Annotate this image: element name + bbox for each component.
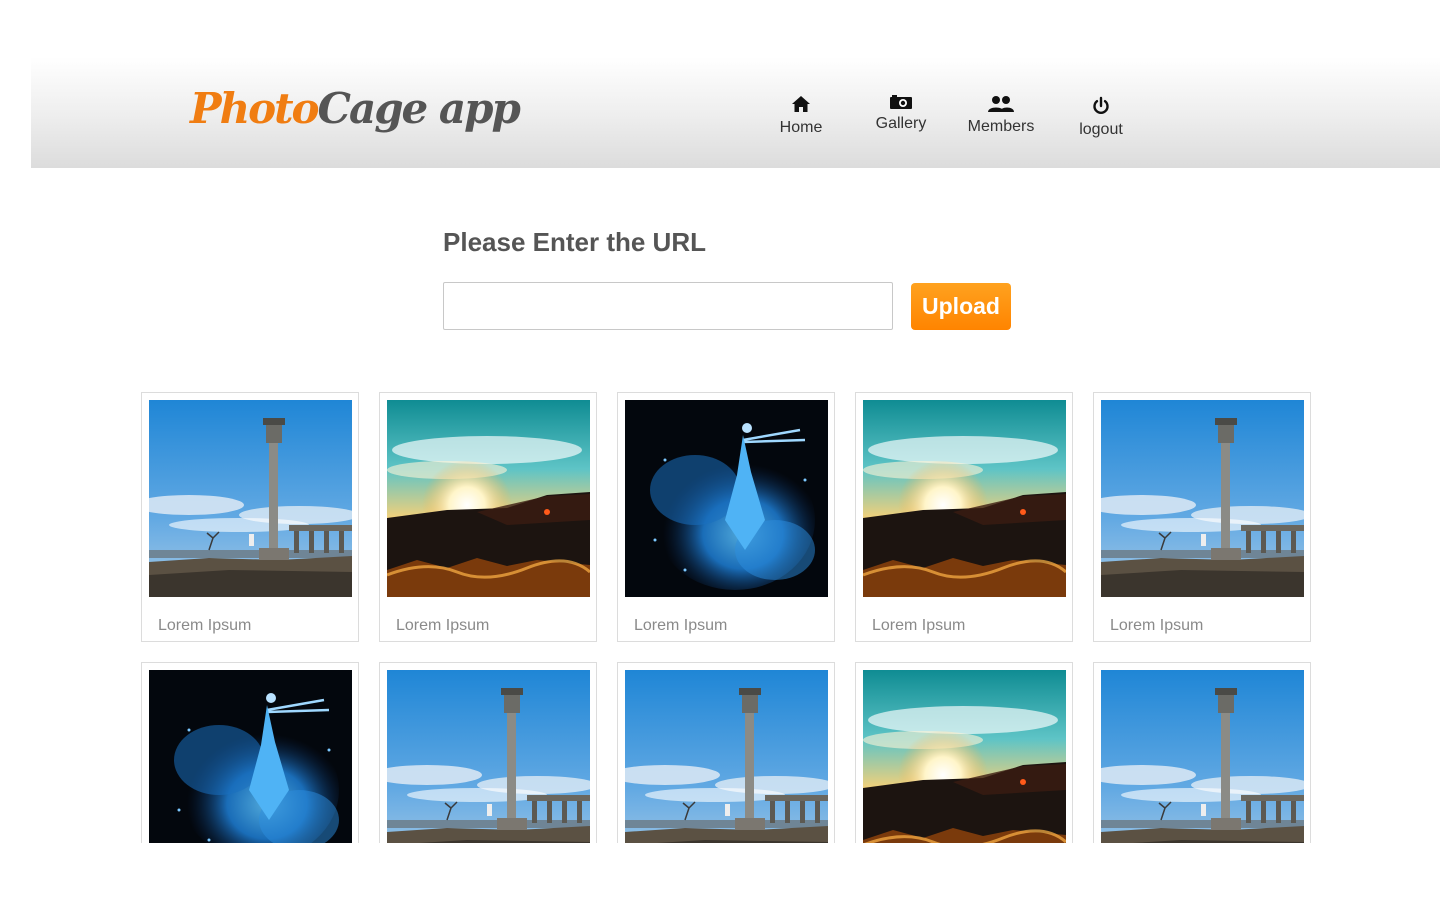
nav-logout[interactable]: logout (1051, 96, 1151, 139)
gallery-card[interactable]: Lorem Ipsum (855, 392, 1073, 642)
nav-members[interactable]: Members (951, 95, 1051, 136)
photo-thumbnail[interactable] (149, 670, 352, 843)
photo-thumbnail[interactable] (387, 400, 590, 597)
power-icon (1051, 96, 1151, 117)
app-logo[interactable]: PhotoCage app (190, 81, 521, 145)
nav-home-label: Home (779, 119, 823, 136)
photo-caption: Lorem Ipsum (158, 617, 252, 634)
photo-thumbnail[interactable] (1101, 670, 1304, 843)
gallery-card[interactable]: Lorem Ipsum (141, 392, 359, 642)
photo-thumbnail[interactable] (149, 400, 352, 597)
gallery-card[interactable] (379, 662, 597, 843)
nav-members-label: Members (967, 118, 1035, 135)
users-icon (951, 95, 1051, 114)
upload-title: Please Enter the URL (443, 227, 706, 257)
gallery-card[interactable]: Lorem Ipsum (1093, 392, 1311, 642)
url-input[interactable] (443, 282, 893, 330)
camera-icon (851, 94, 951, 111)
logo-text-photo: Photo (190, 84, 320, 133)
upload-button[interactable]: Upload (911, 283, 1011, 330)
photo-caption: Lorem Ipsum (396, 617, 490, 634)
logo-text-cage: Cage (317, 84, 429, 133)
nav-gallery-label: Gallery (875, 115, 927, 132)
photo-caption: Lorem Ipsum (1110, 617, 1204, 634)
gallery-card[interactable]: Lorem Ipsum (379, 392, 597, 642)
gallery-card[interactable] (617, 662, 835, 843)
photo-thumbnail[interactable] (625, 670, 828, 843)
gallery-card[interactable] (1093, 662, 1311, 843)
photo-gallery: Lorem Ipsum Lorem Ipsum Lorem Ipsum Lore… (140, 390, 1320, 843)
photo-thumbnail[interactable] (863, 400, 1066, 597)
nav-logout-label: logout (1079, 121, 1123, 138)
photo-caption: Lorem Ipsum (634, 617, 728, 634)
nav-home[interactable]: Home (751, 95, 851, 137)
photo-thumbnail[interactable] (387, 670, 590, 843)
gallery-card[interactable]: Lorem Ipsum (617, 392, 835, 642)
gallery-card[interactable] (855, 662, 1073, 843)
photo-thumbnail[interactable] (863, 670, 1066, 843)
photo-thumbnail[interactable] (1101, 400, 1304, 597)
home-icon (751, 95, 851, 115)
photo-thumbnail[interactable] (625, 400, 828, 597)
gallery-card[interactable] (141, 662, 359, 843)
logo-text-app: app (426, 84, 521, 133)
nav-gallery[interactable]: Gallery (851, 94, 951, 133)
photo-caption: Lorem Ipsum (872, 617, 966, 634)
